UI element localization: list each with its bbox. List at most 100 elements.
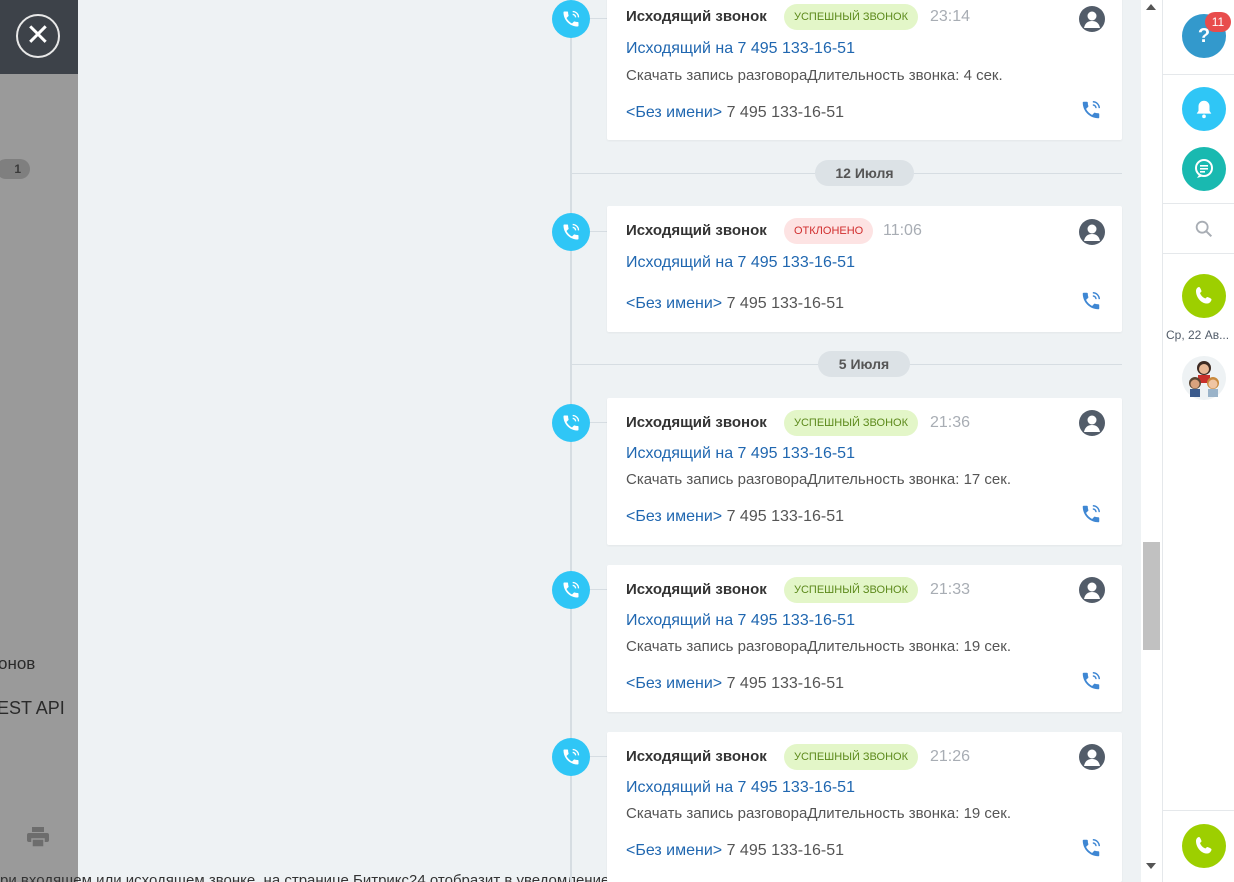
contact-name-link[interactable]: <Без имени> bbox=[626, 104, 722, 121]
call-card: Исходящий звонок Успешный звонок 21:36 И… bbox=[607, 398, 1122, 545]
user-avatar-icon[interactable] bbox=[1079, 744, 1105, 770]
help-counter-badge: 11 bbox=[1205, 12, 1231, 32]
call-time: 21:33 bbox=[930, 581, 971, 598]
timeline-connector bbox=[590, 18, 607, 19]
phone-call-button[interactable] bbox=[1182, 824, 1226, 868]
left-counter-badge: 1 bbox=[0, 159, 30, 179]
call-card: Исходящий звонок Успешный звонок 21:26 И… bbox=[607, 732, 1122, 882]
status-badge: Успешный звонок bbox=[784, 577, 918, 603]
right-sidebar: ? 11 Ср, 22 Ав... bbox=[1162, 0, 1234, 882]
date-pill: 12 Июля bbox=[815, 160, 914, 186]
bell-icon bbox=[1196, 100, 1212, 119]
phone-icon bbox=[563, 10, 580, 27]
close-slider-button[interactable]: ✕ bbox=[16, 14, 60, 58]
phone-icon bbox=[563, 414, 580, 431]
call-direction-link[interactable]: Исходящий на 7 495 133-16-51 bbox=[626, 40, 855, 58]
timeline-call-icon bbox=[552, 571, 590, 609]
call-contact: <Без имени> 7 495 133-16-51 bbox=[626, 675, 844, 693]
user-avatar-icon[interactable] bbox=[1079, 219, 1105, 245]
call-direction-link[interactable]: Исходящий на 7 495 133-16-51 bbox=[626, 254, 855, 272]
scroll-down-arrow-icon[interactable] bbox=[1146, 863, 1156, 869]
timeline-connector bbox=[590, 231, 607, 232]
phone-icon bbox=[563, 581, 580, 598]
timeline-call-icon bbox=[552, 213, 590, 251]
vertical-scrollbar[interactable] bbox=[1141, 0, 1162, 882]
call-time: 21:26 bbox=[930, 748, 971, 765]
call-title: Исходящий звонок bbox=[626, 8, 767, 25]
printer-icon[interactable] bbox=[26, 826, 50, 848]
user-avatar-icon[interactable] bbox=[1079, 410, 1105, 436]
status-badge: Успешный звонок bbox=[784, 410, 918, 436]
call-title: Исходящий звонок bbox=[626, 581, 767, 598]
call-contact: <Без имени> 7 495 133-16-51 bbox=[626, 842, 844, 860]
call-back-phone-icon[interactable] bbox=[1080, 290, 1102, 312]
call-title: Исходящий звонок bbox=[626, 222, 767, 239]
call-back-phone-icon[interactable] bbox=[1080, 99, 1102, 121]
call-time: 11:06 bbox=[883, 222, 922, 239]
users-avatar-group[interactable] bbox=[1182, 356, 1226, 400]
call-contact: <Без имени> 7 495 133-16-51 bbox=[626, 295, 844, 313]
call-contact: <Без имени> 7 495 133-16-51 bbox=[626, 104, 844, 122]
phone-icon bbox=[1196, 837, 1212, 854]
timeline-connector bbox=[590, 422, 607, 423]
call-time: 23:14 bbox=[930, 8, 971, 25]
call-description[interactable]: Скачать запись разговораДлительность зво… bbox=[626, 638, 1011, 655]
contact-phone: 7 495 133-16-51 bbox=[726, 104, 845, 121]
call-description[interactable]: Скачать запись разговораДлительность зво… bbox=[626, 67, 1003, 84]
call-widget-button[interactable] bbox=[1182, 274, 1226, 318]
contact-phone: 7 495 133-16-51 bbox=[726, 842, 845, 859]
status-badge: Отклонено bbox=[784, 218, 874, 244]
call-card: Исходящий звонок Отклонено 11:06 Исходящ… bbox=[607, 206, 1122, 332]
call-description[interactable]: Скачать запись разговораДлительность зво… bbox=[626, 471, 1011, 488]
timeline-call-icon bbox=[552, 738, 590, 776]
sidebar-separator bbox=[1163, 74, 1234, 75]
contact-phone: 7 495 133-16-51 bbox=[726, 675, 845, 692]
left-page-overlay: ✕ 1 онов EST API bbox=[0, 0, 78, 882]
call-back-phone-icon[interactable] bbox=[1080, 670, 1102, 692]
call-card: Исходящий звонок Успешный звонок 21:33 И… bbox=[607, 565, 1122, 712]
left-menu-text-rest-api: EST API bbox=[0, 698, 65, 718]
call-back-phone-icon[interactable] bbox=[1080, 837, 1102, 859]
contact-phone: 7 495 133-16-51 bbox=[726, 295, 845, 312]
contact-name-link[interactable]: <Без имени> bbox=[626, 842, 722, 859]
timeline-call-icon bbox=[552, 404, 590, 442]
timeline-connector bbox=[590, 589, 607, 590]
phone-icon bbox=[563, 223, 580, 240]
user-avatar-icon[interactable] bbox=[1079, 577, 1105, 603]
call-direction-link[interactable]: Исходящий на 7 495 133-16-51 bbox=[626, 445, 855, 463]
status-badge: Успешный звонок bbox=[784, 4, 918, 30]
search-icon bbox=[1195, 220, 1213, 238]
sidebar-separator bbox=[1163, 253, 1234, 254]
user-avatar-icon[interactable] bbox=[1079, 6, 1105, 32]
call-title: Исходящий звонок bbox=[626, 748, 767, 765]
contact-name-link[interactable]: <Без имени> bbox=[626, 675, 722, 692]
sidebar-separator bbox=[1163, 203, 1234, 204]
call-title: Исходящий звонок bbox=[626, 414, 767, 431]
chat-button[interactable] bbox=[1182, 147, 1226, 191]
left-menu-text: онов bbox=[0, 654, 36, 673]
timeline-call-icon bbox=[552, 0, 590, 38]
phone-icon bbox=[563, 748, 580, 765]
contact-phone: 7 495 133-16-51 bbox=[726, 508, 845, 525]
call-back-phone-icon[interactable] bbox=[1080, 503, 1102, 525]
call-time: 21:36 bbox=[930, 414, 971, 431]
chat-icon bbox=[1195, 159, 1213, 178]
call-direction-link[interactable]: Исходящий на 7 495 133-16-51 bbox=[626, 779, 855, 797]
notifications-button[interactable] bbox=[1182, 87, 1226, 131]
call-contact: <Без имени> 7 495 133-16-51 bbox=[626, 508, 844, 526]
phone-icon bbox=[1196, 287, 1212, 304]
contact-name-link[interactable]: <Без имени> bbox=[626, 508, 722, 525]
sidebar-separator bbox=[1163, 810, 1234, 811]
date-pill: 5 Июля bbox=[818, 351, 910, 377]
call-card: Исходящий звонок Успешный звонок 23:14 И… bbox=[607, 0, 1122, 140]
status-badge: Успешный звонок bbox=[784, 744, 918, 770]
call-direction-link[interactable]: Исходящий на 7 495 133-16-51 bbox=[626, 612, 855, 630]
call-description[interactable]: Скачать запись разговораДлительность зво… bbox=[626, 805, 1011, 822]
scroll-up-arrow-icon[interactable] bbox=[1146, 4, 1156, 10]
user-avatars-icon bbox=[1189, 361, 1219, 397]
search-button[interactable] bbox=[1182, 207, 1226, 251]
contact-name-link[interactable]: <Без имени> bbox=[626, 295, 722, 312]
timeline-connector bbox=[590, 756, 607, 757]
call-date-label: Ср, 22 Ав... bbox=[1166, 328, 1230, 342]
scrollbar-thumb[interactable] bbox=[1143, 542, 1160, 650]
